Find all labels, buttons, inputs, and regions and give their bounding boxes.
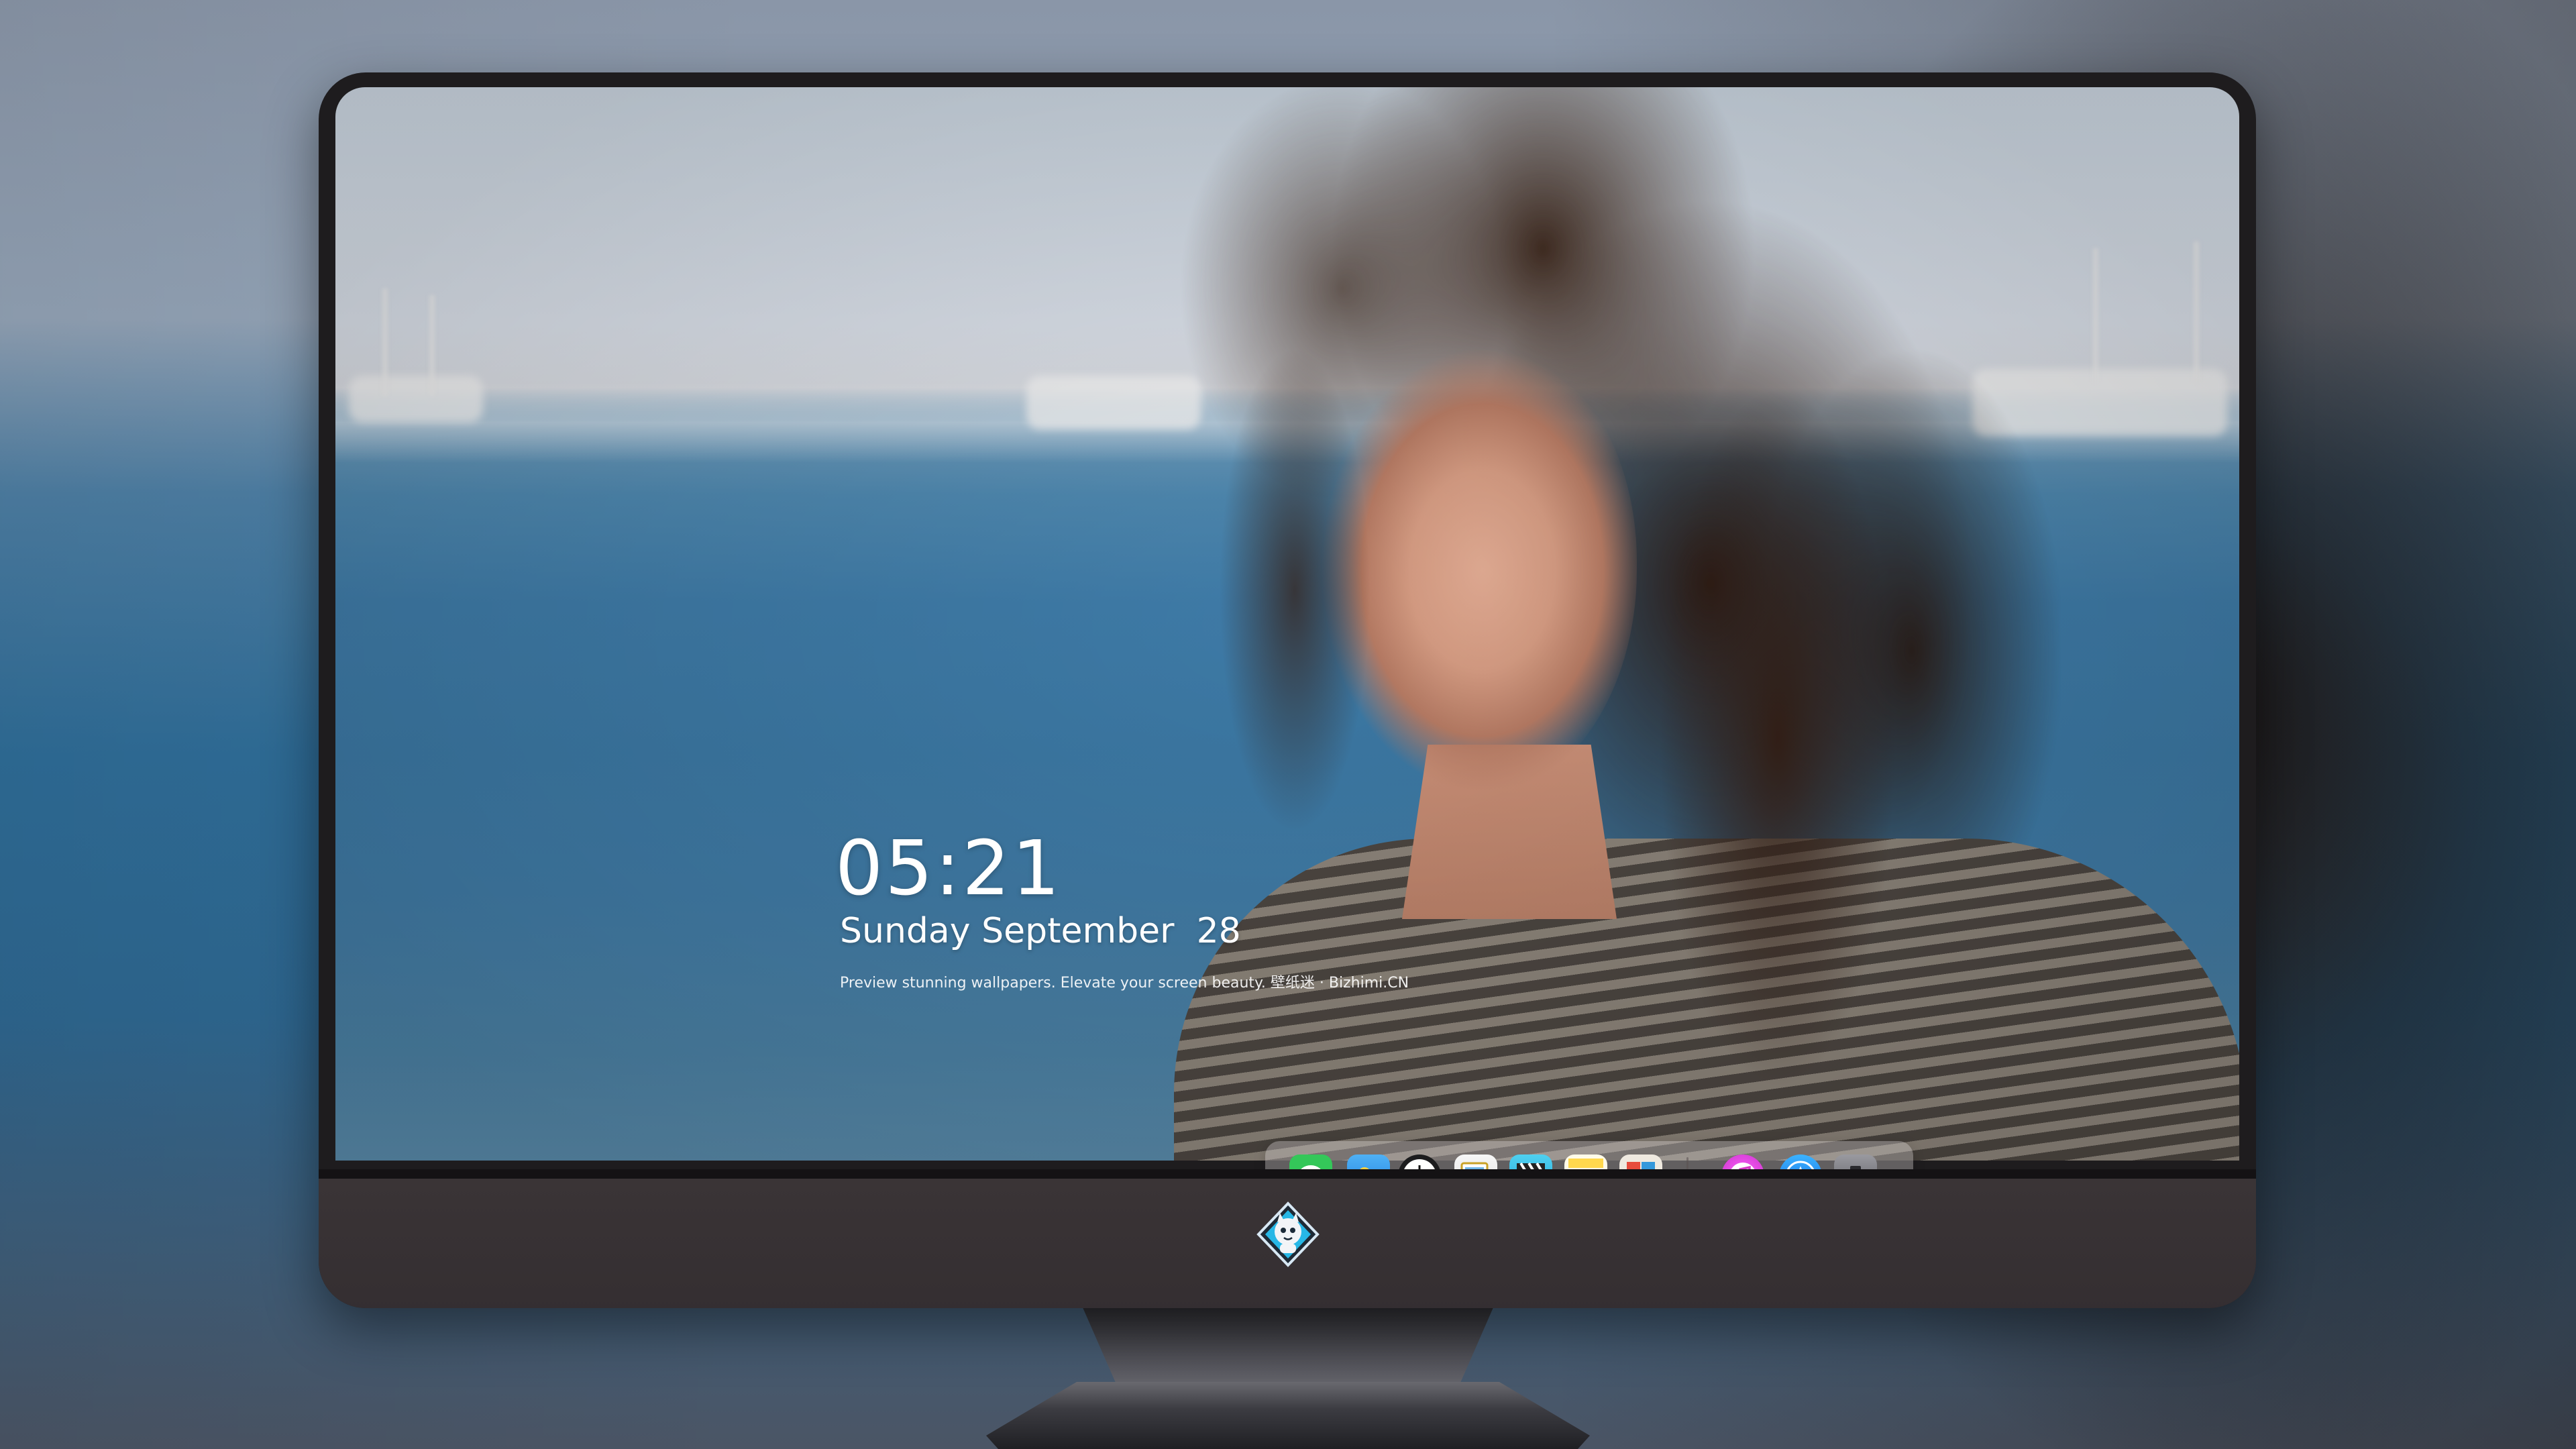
lock-screen-time: 05:21	[835, 825, 1062, 912]
desktop-wallpaper: 05:21 Sunday September 28 Preview stunni…	[335, 87, 2239, 1161]
monitor: 05:21 Sunday September 28 Preview stunni…	[319, 72, 2256, 1308]
mascot-logo-icon	[1254, 1201, 1322, 1268]
lock-screen-date: Sunday September 28	[840, 911, 1241, 951]
screen-vignette	[335, 87, 2239, 1161]
monitor-stand-base	[986, 1382, 1590, 1449]
lock-screen-tagline: Preview stunning wallpapers. Elevate you…	[840, 975, 1409, 991]
